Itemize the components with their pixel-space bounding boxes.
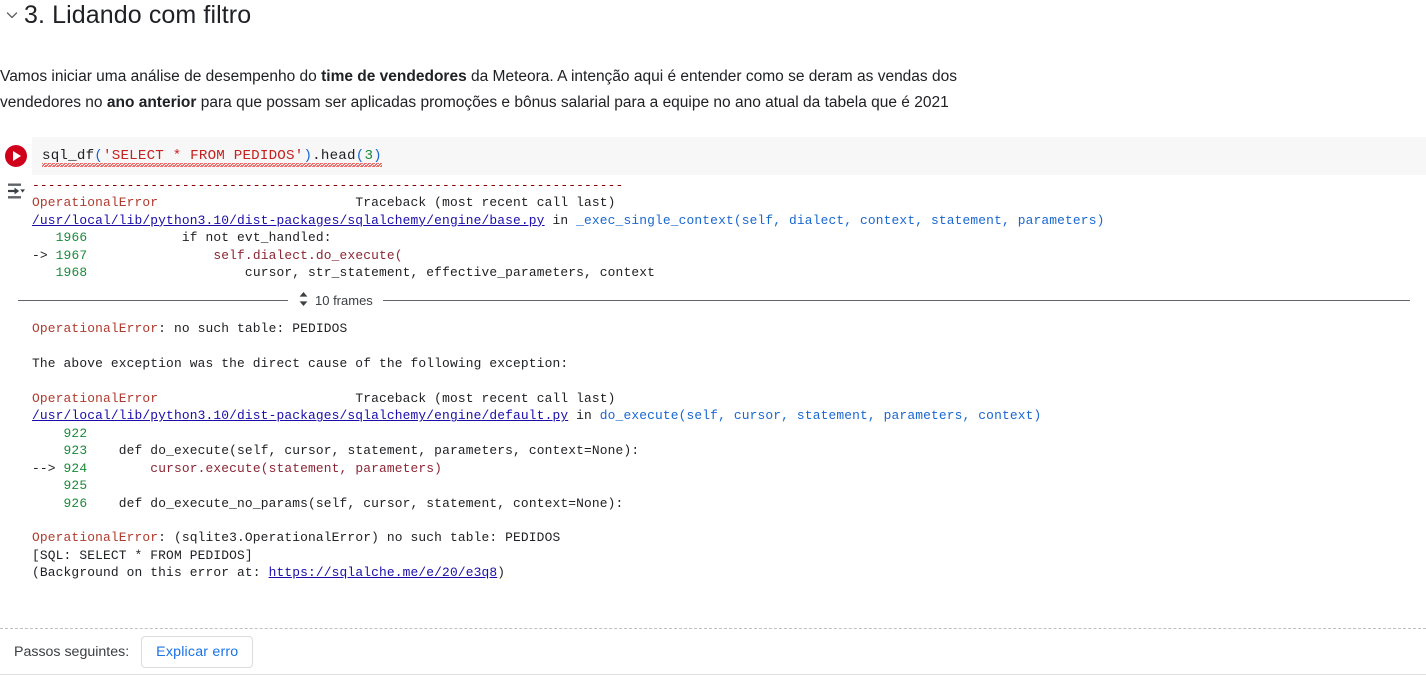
traceback-code-highlight: self.dialect.do_execute(	[87, 247, 403, 263]
final-background-suffix: )	[497, 565, 506, 581]
intro-line1-part-c: da Meteora. A intenção aqui é entender c…	[466, 68, 957, 85]
traceback-in-1: in	[544, 212, 577, 228]
traceback-marker	[32, 496, 64, 511]
next-steps-bar: Passos seguintes: Explicar erro	[0, 628, 1426, 675]
traceback-marker	[32, 426, 64, 441]
code-token-close-paren: )	[303, 148, 313, 164]
traceback-marker: -->	[32, 460, 64, 476]
traceback-marker	[32, 265, 56, 280]
output-gutter-spacer	[0, 318, 32, 324]
final-background-prefix: (Background on this error at:	[32, 565, 269, 581]
intro-line2-part-a: vendedores no	[0, 94, 107, 111]
traceback-lineno: 925	[63, 478, 88, 494]
traceback-code: def do_execute(self, cursor, statement, …	[87, 443, 640, 459]
traceback-lineno: 922	[63, 425, 88, 441]
traceback-file-link-1[interactable]: /usr/local/lib/python3.10/dist-packages/…	[32, 213, 545, 228]
traceback-divider: ----------------------------------------…	[32, 178, 624, 193]
next-steps-label: Passos seguintes:	[14, 643, 130, 660]
final-error-name: OperationalError	[32, 530, 159, 546]
code-token-close-paren-2: )	[373, 148, 382, 164]
traceback-code: if not evt_handled:	[87, 230, 332, 246]
frames-count-label: 10 frames	[315, 293, 373, 309]
traceback-lineno: 1968	[55, 265, 88, 281]
spellcheck-squiggle	[42, 163, 382, 167]
traceback-error-name-2: OperationalError	[32, 391, 159, 407]
intro-line2-part-c: para que possam ser aplicadas promoções …	[196, 94, 949, 111]
traceback-func-1: _exec_single_context(self, dialect, cont…	[576, 212, 1105, 228]
traceback-output: ----------------------------------------…	[32, 175, 1426, 281]
intro-line2-bold: ano anterior	[106, 94, 197, 111]
final-error-msg: : (sqlite3.OperationalError) no such tab…	[158, 530, 561, 546]
traceback-error-name-1: OperationalError	[32, 195, 159, 211]
code-token-open-paren: (	[94, 148, 104, 164]
traceback-marker: ->	[32, 247, 56, 263]
traceback-marker	[32, 230, 56, 245]
intro-line-1: Vamos iniciar uma análise de desempenho …	[0, 64, 1420, 90]
code-token-string: 'SELECT * FROM PEDIDOS'	[103, 148, 304, 164]
explain-error-button[interactable]: Explicar erro	[141, 635, 254, 668]
intro-line1-bold: time de vendedores	[321, 68, 467, 85]
code-token-fn: sql_df	[42, 148, 95, 164]
intro-paragraph: Vamos iniciar uma análise de desempenho …	[0, 64, 1420, 116]
traceback-lineno: 1966	[55, 230, 88, 246]
frames-label-group[interactable]: 10 frames	[288, 291, 383, 310]
traceback-cause-text: The above exception was the direct cause…	[32, 356, 569, 372]
play-icon[interactable]	[5, 145, 27, 167]
run-cell-gutter	[0, 137, 32, 175]
traceback-code-highlight: cursor.execute(statement, parameters)	[87, 460, 443, 476]
traceback-code: cursor, str_statement, effective_paramet…	[87, 265, 655, 281]
divider-rule-left	[18, 300, 288, 302]
code-token-arg: 3	[364, 148, 374, 164]
traceback-title-2: Traceback (most recent call last)	[355, 391, 616, 407]
final-sql-line: [SQL: SELECT * FROM PEDIDOS]	[32, 547, 253, 563]
output-scroll-toggle-icon[interactable]	[6, 181, 26, 206]
intro-line1-part-a: Vamos iniciar uma análise de desempenho …	[0, 68, 322, 85]
frames-collapse-divider[interactable]: 10 frames	[18, 291, 1410, 310]
traceback-lineno: 1967	[55, 247, 88, 263]
page-title: 3. Lidando com filtro	[24, 1, 252, 29]
traceback-output-2: OperationalError: no such table: PEDIDOS…	[32, 318, 1426, 581]
code-line[interactable]: sql_df('SELECT * FROM PEDIDOS').head(3)	[42, 148, 382, 167]
cell-output: ----------------------------------------…	[0, 175, 1426, 282]
intro-line-2: vendedores no ano anterior para que poss…	[0, 90, 1420, 116]
code-editor[interactable]: sql_df('SELECT * FROM PEDIDOS').head(3)	[32, 137, 1426, 175]
sqlalchemy-error-link[interactable]: https://sqlalche.me/e/20/e3q8	[269, 565, 498, 580]
code-cell: sql_df('SELECT * FROM PEDIDOS').head(3)	[0, 137, 1426, 175]
traceback-code: def do_execute_no_params(self, cursor, s…	[87, 495, 624, 511]
cell-output-continued: OperationalError: no such table: PEDIDOS…	[0, 318, 1426, 582]
traceback-lineno: 926	[63, 495, 88, 511]
traceback-in-2: in	[568, 408, 600, 424]
traceback-lineno: 924	[63, 460, 88, 476]
traceback-spacer-1	[158, 195, 355, 210]
traceback-marker	[32, 443, 64, 458]
code-token-method: .head	[312, 148, 356, 164]
up-down-chevron-icon[interactable]	[298, 291, 309, 310]
output-gutter	[0, 175, 32, 206]
section-header: 3. Lidando com filtro	[0, 0, 1426, 34]
traceback-inner-error-name: OperationalError	[32, 321, 159, 337]
chevron-down-icon[interactable]	[0, 8, 24, 22]
notebook-cell: sql_df('SELECT * FROM PEDIDOS').head(3) …	[0, 137, 1426, 582]
traceback-marker	[32, 478, 64, 493]
traceback-lineno: 923	[63, 443, 88, 459]
traceback-inner-error-msg: : no such table: PEDIDOS	[158, 321, 348, 337]
traceback-file-link-2[interactable]: /usr/local/lib/python3.10/dist-packages/…	[32, 408, 568, 423]
divider-rule-right	[382, 300, 1410, 302]
traceback-func-2: do_execute(self, cursor, statement, para…	[599, 408, 1042, 424]
traceback-title-1: Traceback (most recent call last)	[355, 195, 616, 211]
traceback-spacer-2	[158, 391, 355, 406]
